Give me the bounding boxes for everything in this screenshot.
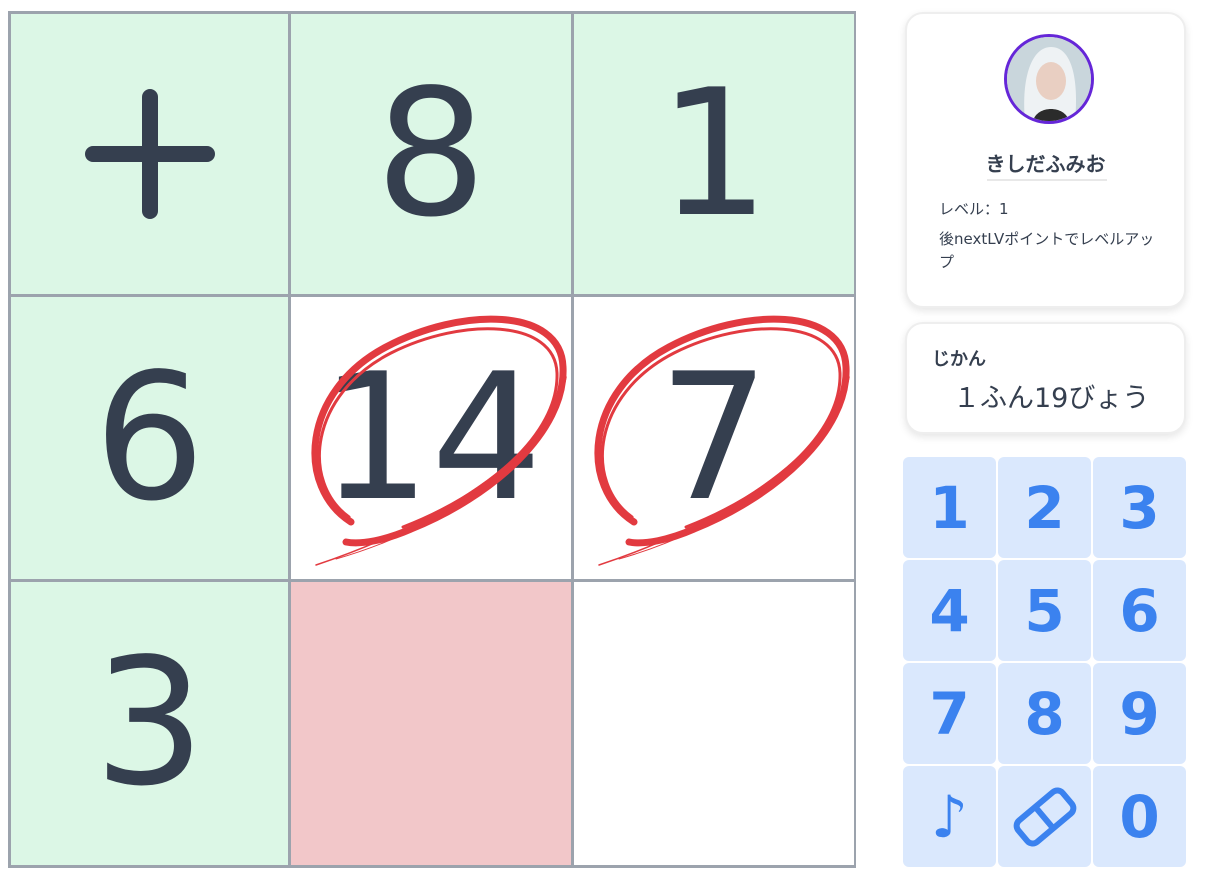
key-8[interactable]: 8 <box>998 663 1091 764</box>
row-header-value: 3 <box>93 622 206 825</box>
key-9[interactable]: 9 <box>1093 663 1186 764</box>
key-0[interactable]: 0 <box>1093 766 1186 867</box>
plus-icon <box>84 89 215 219</box>
eraser-button[interactable] <box>998 766 1091 867</box>
row-header-1: 6 <box>11 297 288 579</box>
timer-value: １ふん19びょう <box>953 383 1150 414</box>
row-header-2: 3 <box>11 582 288 865</box>
number-keypad: 1 2 3 4 5 6 7 8 9 ♪ 0 <box>903 457 1187 868</box>
operator-cell <box>11 14 288 294</box>
level-text: レベル：1 <box>939 200 1009 218</box>
answer-value: 14 <box>319 336 543 540</box>
answer-cell-1-1[interactable]: 14 <box>291 297 571 579</box>
answer-cell-2-2[interactable] <box>574 582 854 865</box>
key-1[interactable]: 1 <box>903 457 996 558</box>
answer-grid: 8 1 6 14 7 3 <box>8 11 856 868</box>
key-2[interactable]: 2 <box>998 457 1091 558</box>
key-6[interactable]: 6 <box>1093 560 1186 661</box>
column-header-value: 1 <box>658 52 770 256</box>
row-header-value: 6 <box>93 336 206 540</box>
key-4[interactable]: 4 <box>903 560 996 661</box>
answer-cell-2-1-selected[interactable] <box>291 582 571 865</box>
key-3[interactable]: 3 <box>1093 457 1186 558</box>
timer-label: じかん <box>932 349 986 370</box>
user-name: きしだふみお <box>985 152 1106 176</box>
music-note-icon: ♪ <box>930 782 968 851</box>
key-5[interactable]: 5 <box>998 560 1091 661</box>
column-header-2: 1 <box>574 14 854 294</box>
next-level-text: 後nextLVポイントでレベルアップ <box>939 230 1155 271</box>
column-header-1: 8 <box>291 14 571 294</box>
sound-button[interactable]: ♪ <box>903 766 996 867</box>
key-7[interactable]: 7 <box>903 663 996 764</box>
column-header-value: 8 <box>375 52 487 256</box>
profile-card: きしだふみお レベル：1 後nextLVポイントでレベルアップ <box>905 12 1186 308</box>
divider <box>987 179 1107 181</box>
timer-card: じかん １ふん19びょう <box>905 322 1186 434</box>
avatar <box>1004 34 1094 124</box>
answer-value: 7 <box>658 336 770 540</box>
eraser-icon <box>1013 786 1076 847</box>
answer-cell-1-2[interactable]: 7 <box>574 297 854 579</box>
